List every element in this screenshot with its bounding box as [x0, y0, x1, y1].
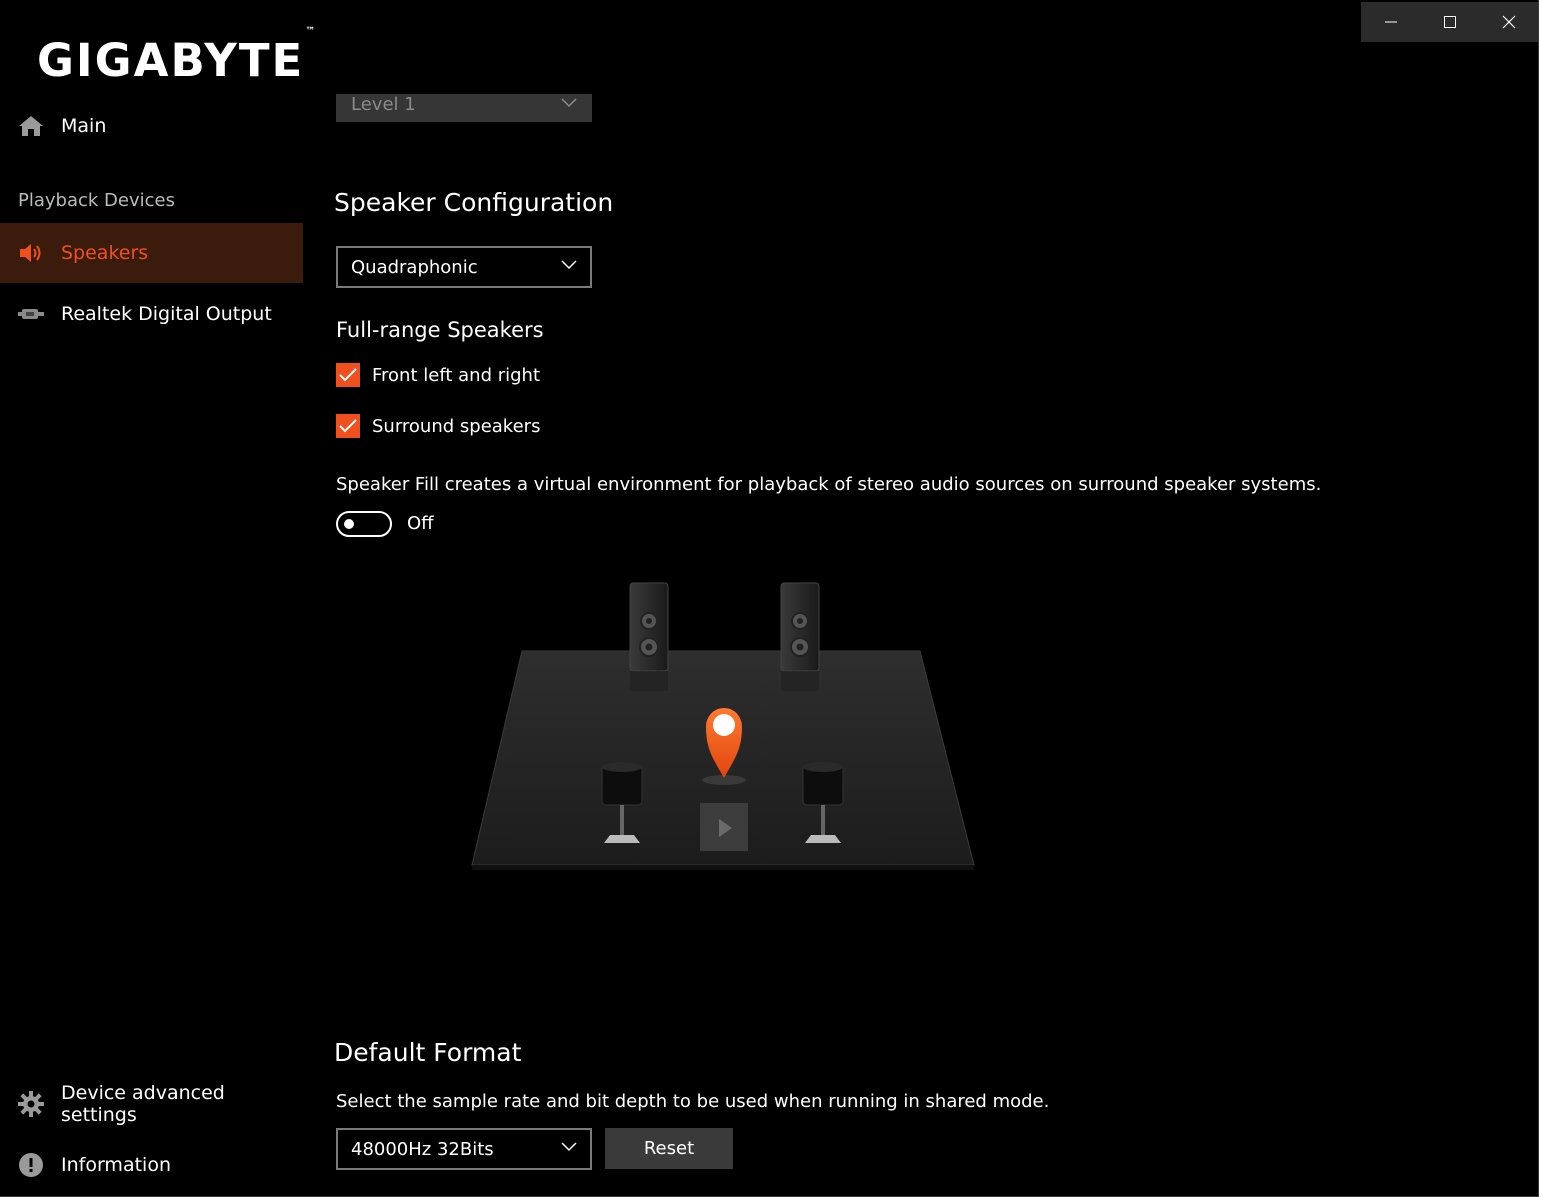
digital-output-icon	[18, 301, 44, 327]
chevron-down-icon	[561, 1142, 577, 1152]
default-format-dropdown[interactable]: 48000Hz 32Bits	[336, 1128, 592, 1170]
app-window: GIGABYTE™ Main Playback Devices Speakers…	[0, 0, 1539, 1197]
checkmark-icon	[339, 368, 357, 382]
sidebar-item-label: Realtek Digital Output	[61, 303, 272, 325]
test-play-button[interactable]	[700, 803, 748, 851]
default-format-title: Default Format	[334, 1038, 522, 1067]
speaker-fill-state: Off	[407, 513, 434, 534]
sidebar-item-main[interactable]: Main	[0, 96, 303, 156]
full-range-speakers-title: Full-range Speakers	[336, 318, 544, 342]
default-format-description: Select the sample rate and bit depth to …	[336, 1091, 1050, 1112]
sidebar-item-label: Speakers	[61, 242, 149, 264]
speaker-configuration-value: Quadraphonic	[351, 256, 478, 278]
level-dropdown-value: Level 1	[351, 94, 416, 115]
front-left-right-label: Front left and right	[372, 364, 541, 386]
front-left-right-checkbox[interactable]	[336, 363, 360, 387]
brand-logo: GIGABYTE™	[37, 26, 315, 88]
speaker-configuration-dropdown[interactable]: Quadraphonic	[336, 246, 592, 288]
speaker-icon	[18, 240, 44, 266]
toggle-knob	[344, 519, 354, 529]
sidebar-item-label: Main	[61, 115, 107, 137]
default-format-value: 48000Hz 32Bits	[351, 1138, 494, 1160]
level-dropdown[interactable]: Level 1	[336, 94, 592, 122]
sidebar-item-device-advanced-settings[interactable]: Device advanced settings	[0, 1074, 303, 1134]
main-content: Level 1 Speaker Configuration Quadraphon…	[334, 0, 1538, 1196]
sidebar-item-information[interactable]: Information	[0, 1135, 303, 1195]
sidebar-item-label: Device advanced settings	[61, 1082, 225, 1126]
sidebar-item-label: Information	[61, 1154, 171, 1176]
surround-speakers-checkbox-row[interactable]: Surround speakers	[336, 414, 540, 438]
front-left-right-checkbox-row[interactable]: Front left and right	[336, 363, 540, 387]
home-icon	[18, 113, 44, 139]
checkmark-icon	[339, 419, 357, 433]
chevron-down-icon	[561, 98, 577, 108]
reset-button[interactable]: Reset	[605, 1128, 733, 1169]
chevron-down-icon	[561, 260, 577, 270]
gear-icon	[18, 1091, 44, 1117]
speaker-layout-visualization	[471, 582, 975, 870]
info-icon	[18, 1152, 44, 1178]
front-right-speaker[interactable]	[780, 582, 820, 691]
speaker-fill-toggle[interactable]	[336, 511, 392, 537]
surround-speakers-label: Surround speakers	[372, 415, 541, 437]
sidebar-item-speakers[interactable]: Speakers	[0, 223, 303, 283]
sidebar-item-realtek-digital-output[interactable]: Realtek Digital Output	[0, 284, 303, 344]
surround-speakers-checkbox[interactable]	[336, 414, 360, 438]
brand-trademark: ™	[305, 26, 316, 37]
floor-edge	[472, 865, 974, 870]
speaker-fill-description: Speaker Fill creates a virtual environme…	[336, 474, 1322, 495]
front-left-speaker[interactable]	[629, 582, 669, 691]
playback-devices-header: Playback Devices	[18, 190, 175, 211]
brand-name: GIGABYTE	[37, 34, 305, 87]
speaker-configuration-title: Speaker Configuration	[334, 188, 614, 217]
